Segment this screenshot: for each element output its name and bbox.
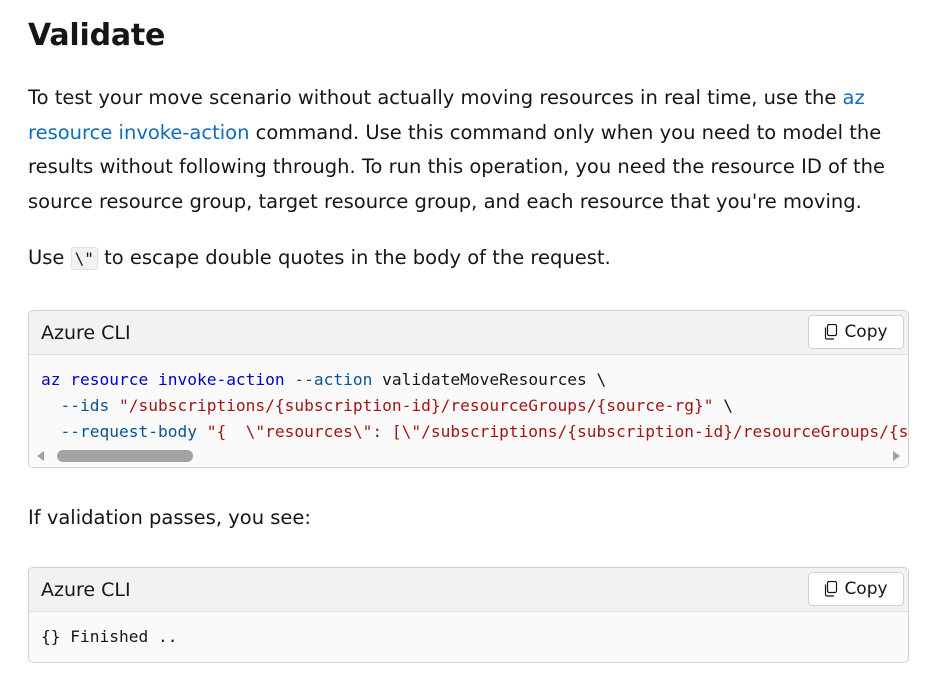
code-token-resource: resource [70, 370, 149, 389]
code-line-continuation: \ [713, 396, 733, 415]
intro-text-before: To test your move scenario without actua… [28, 86, 843, 109]
code-ids-value: "/subscriptions/{subscription-id}/resour… [118, 396, 714, 415]
code-block-validate: Azure CLI Copy az resource invoke-action… [28, 310, 909, 468]
intro-paragraph: To test your move scenario without actua… [28, 81, 908, 219]
code-language-label: Azure CLI [41, 579, 131, 601]
section-heading: Validate [28, 18, 166, 53]
copy-label: Copy [844, 579, 888, 599]
code-block-output: Azure CLI Copy {} Finished .. [28, 567, 909, 663]
code-block-header: Azure CLI Copy [29, 568, 908, 612]
escape-text-before: Use [28, 246, 71, 269]
copy-label: Copy [844, 322, 888, 342]
code-token-az: az [41, 370, 61, 389]
copy-button[interactable]: Copy [808, 315, 904, 349]
escape-text-after: to escape double quotes in the body of t… [97, 246, 611, 269]
inline-code-escape: \" [70, 247, 98, 270]
escape-paragraph: Use \" to escape double quotes in the bo… [28, 241, 908, 277]
scrollbar-thumb[interactable] [57, 450, 193, 462]
code-block-header: Azure CLI Copy [29, 311, 908, 355]
code-content: az resource invoke-action --action valid… [29, 355, 908, 445]
code-request-body-value: "{ \"resources\": [\"/subscriptions/{sub… [206, 422, 908, 441]
code-output: {} Finished .. [29, 612, 908, 662]
copy-icon [825, 581, 838, 597]
code-action-value: validateMoveResources \ [382, 370, 607, 389]
article: Validate To test your move scenario with… [0, 0, 949, 676]
code-token-invoke-action: invoke-action [157, 370, 285, 389]
code-language-label: Azure CLI [41, 322, 131, 344]
code-flag-request-body: --request-body [60, 422, 197, 441]
triangle-right-icon[interactable] [893, 451, 900, 461]
copy-button[interactable]: Copy [808, 572, 904, 606]
code-flag-ids: --ids [60, 396, 110, 415]
result-paragraph: If validation passes, you see: [28, 506, 311, 529]
triangle-left-icon[interactable] [37, 451, 44, 461]
code-flag-action: --action [294, 370, 373, 389]
horizontal-scrollbar[interactable] [29, 445, 908, 467]
copy-icon [825, 324, 838, 340]
